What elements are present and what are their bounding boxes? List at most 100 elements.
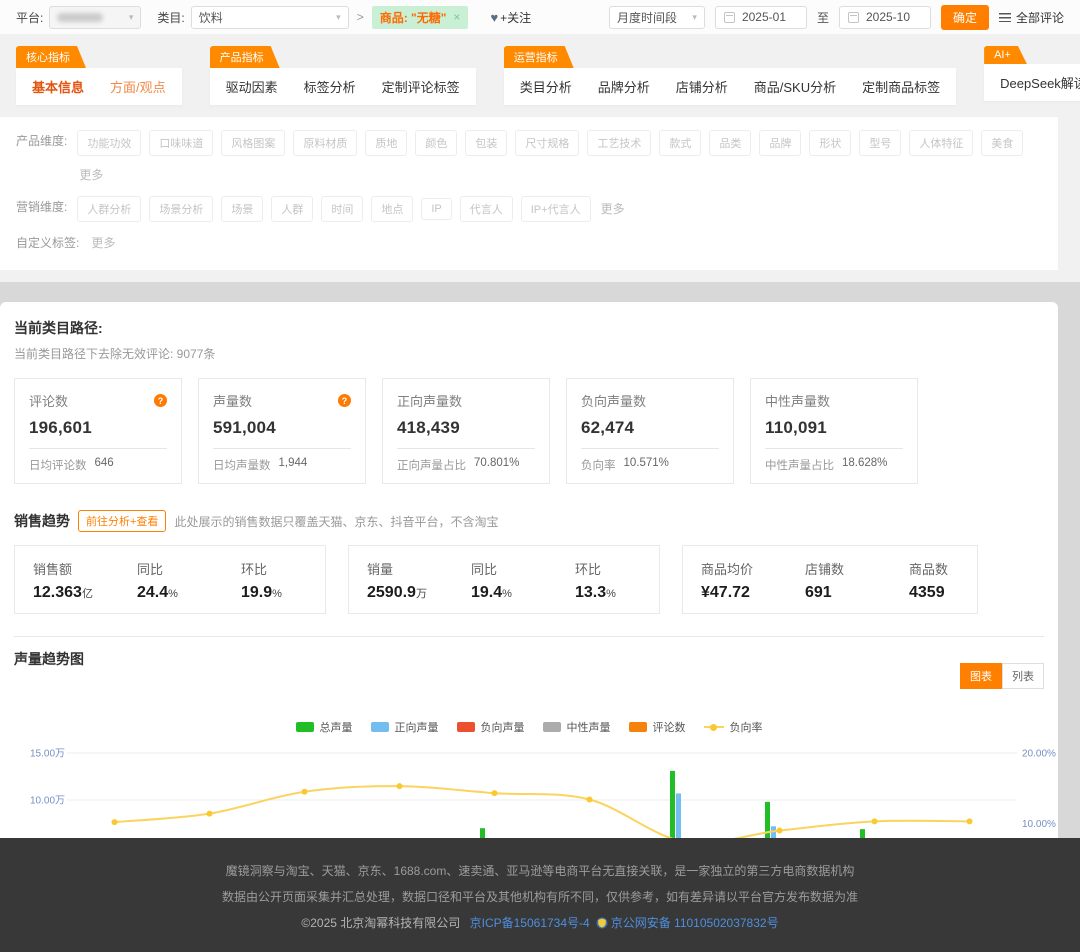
dimension-chip[interactable]: 包装 (465, 130, 507, 156)
platform-select[interactable]: ▾ (49, 6, 141, 29)
sales-metric: 环比13.3% (575, 559, 616, 602)
dimension-chip[interactable]: IP (421, 198, 451, 220)
footer-disclaimer-line1: 魔镜洞察与淘宝、天猫、京东、1688.com、速卖通、亚马逊等电商平台无直接关联… (0, 858, 1080, 884)
nav-tab[interactable]: 定制评论标签 (382, 77, 460, 96)
stat-card: 正向声量数418,439正向声量占比70.801% (382, 378, 550, 484)
dimension-chip[interactable]: 原料材质 (293, 130, 357, 156)
more-link[interactable]: 更多 (91, 232, 115, 254)
confirm-button[interactable]: 确定 (941, 5, 989, 30)
more-link[interactable]: 更多 (79, 164, 103, 186)
dimension-chip[interactable]: 功能功效 (77, 130, 141, 156)
y-axis-left-tick: 10.00万 (30, 796, 65, 807)
stat-card-divider (397, 448, 535, 449)
dimension-chip[interactable]: 人群 (271, 196, 313, 222)
go-analyze-button[interactable]: 前往分析+查看 (78, 510, 166, 532)
sales-metric-unit: % (502, 588, 512, 600)
platform-value-blurred (57, 13, 103, 22)
legend-item[interactable]: 负向声量 (457, 719, 525, 735)
all-comments-button[interactable]: 全部评论 (999, 9, 1064, 26)
nav-tab[interactable]: 标签分析 (304, 77, 356, 96)
stat-foot-value: 18.628% (842, 457, 887, 473)
sales-metric: 商品均价¥47.72 (701, 559, 805, 602)
stat-card: 负向声量数62,474负向率10.571% (566, 378, 734, 484)
top-zone: 平台: ▾ 类目: 饮料 ▾ > 商品: "无糖" × ♥ +关注 月度时间段 … (0, 0, 1080, 282)
dimension-chip[interactable]: 场景 (221, 196, 263, 222)
sales-trend-header: 销售趋势 前往分析+查看 此处展示的销售数据只覆盖天猫、京东、抖音平台，不含淘宝 (14, 510, 1044, 532)
dimension-chip[interactable]: 品牌 (759, 130, 801, 156)
legend-item[interactable]: 评论数 (629, 719, 686, 735)
dimension-chip[interactable]: IP+代言人 (521, 196, 591, 222)
legend-item[interactable]: 总声量 (296, 719, 353, 735)
period-type-select[interactable]: 月度时间段 ▾ (609, 6, 705, 29)
chevron-down-icon: ▾ (129, 12, 134, 23)
dimension-chip[interactable]: 质地 (365, 130, 407, 156)
legend-item[interactable]: 正向声量 (371, 719, 439, 735)
dimension-chip[interactable]: 地点 (371, 196, 413, 222)
sales-metric: 店铺数691 (805, 559, 909, 602)
stat-card-label: 声量数 (213, 391, 252, 410)
footer-disclaimer-line2: 数据由公开页面采集并汇总处理，数据口径和平台及其他机构有所不同，仅供参考，如有差… (0, 884, 1080, 910)
date-end-input[interactable]: 2025-10 (839, 6, 931, 29)
legend-swatch (629, 722, 647, 732)
nav-tab[interactable]: 类目分析 (520, 77, 572, 96)
dimension-chip[interactable]: 尺寸规格 (515, 130, 579, 156)
legend-item[interactable]: 负向率 (704, 719, 763, 735)
y-axis-left-tick: 15.00万 (30, 749, 65, 760)
legend-label: 评论数 (653, 719, 686, 735)
help-icon[interactable]: ? (154, 394, 167, 407)
nav-tab[interactable]: DeepSeek解读 (1000, 73, 1080, 92)
more-link[interactable]: 更多 (601, 198, 625, 220)
dimension-chip[interactable]: 形状 (809, 130, 851, 156)
nav-group-badge: 产品指标 (210, 46, 280, 68)
help-icon[interactable]: ? (338, 394, 351, 407)
nav-tab[interactable]: 商品/SKU分析 (754, 77, 836, 96)
volume-chart-title: 声量趋势图 (14, 649, 84, 669)
icp-license-link[interactable]: 京ICP备15061734号-4 (470, 916, 590, 930)
sales-card: 销量2590.9万同比19.4%环比13.3% (348, 545, 660, 614)
section-divider (14, 636, 1044, 637)
heart-icon: ♥ (490, 10, 498, 25)
date-start-value: 2025-01 (742, 10, 786, 24)
category-select[interactable]: 饮料 ▾ (191, 6, 349, 29)
dimension-chip[interactable]: 时间 (321, 196, 363, 222)
dimension-chip[interactable]: 代言人 (460, 196, 513, 222)
dimension-chip[interactable]: 颜色 (415, 130, 457, 156)
category-path-subtitle: 当前类目路径下去除无效评论: 9077条 (14, 345, 1044, 362)
dimension-chip[interactable]: 品类 (709, 130, 751, 156)
dimension-chip[interactable]: 场景分析 (149, 196, 213, 222)
dimension-chip[interactable]: 口味味道 (149, 130, 213, 156)
dimension-chip[interactable]: 风格图案 (221, 130, 285, 156)
nav-tab[interactable]: 方面/观点 (110, 77, 166, 96)
nav-tab[interactable]: 品牌分析 (598, 77, 650, 96)
sales-metric-label: 环比 (575, 559, 616, 578)
sales-metric-label: 商品均价 (701, 559, 805, 578)
sales-metric-value: 4359 (909, 584, 948, 602)
stat-foot-label: 日均评论数 (29, 457, 87, 473)
nav-tab[interactable]: 基本信息 (32, 77, 84, 96)
dimension-chip[interactable]: 款式 (659, 130, 701, 156)
metric-tab-groups: 核心指标基本信息方面/观点产品指标驱动因素标签分析定制评论标签运营指标类目分析品… (16, 46, 1080, 105)
security-record-link[interactable]: 京公网安备 11010502037832号 (611, 916, 779, 930)
sales-metric-value: 24.4% (137, 584, 241, 602)
stat-card-divider (765, 448, 903, 449)
dimension-chip[interactable]: 人群分析 (77, 196, 141, 222)
nav-tab[interactable]: 店铺分析 (676, 77, 728, 96)
dimension-chip[interactable]: 人体特征 (909, 130, 973, 156)
nav-tab[interactable]: 定制商品标签 (862, 77, 940, 96)
toggle-chart-button[interactable]: 图表 (960, 663, 1002, 689)
tag-close-icon[interactable]: × (453, 10, 460, 24)
follow-button[interactable]: ♥ +关注 (490, 9, 531, 26)
stat-foot-value: 70.801% (474, 457, 519, 473)
nav-tab[interactable]: 驱动因素 (226, 77, 278, 96)
dimension-chip[interactable]: 美食 (981, 130, 1023, 156)
nav-group-badge: 运营指标 (504, 46, 574, 68)
line-dot-负向率 (492, 790, 498, 796)
filter-row-label: 自定义标签: (16, 232, 79, 254)
dimension-chip[interactable]: 型号 (859, 130, 901, 156)
toggle-list-button[interactable]: 列表 (1002, 663, 1044, 689)
date-start-input[interactable]: 2025-01 (715, 6, 807, 29)
dimension-chip[interactable]: 工艺技术 (587, 130, 651, 156)
legend-item[interactable]: 中性声量 (543, 719, 611, 735)
line-dot-负向率 (872, 818, 878, 824)
sales-metric-unit: 万 (416, 588, 427, 600)
